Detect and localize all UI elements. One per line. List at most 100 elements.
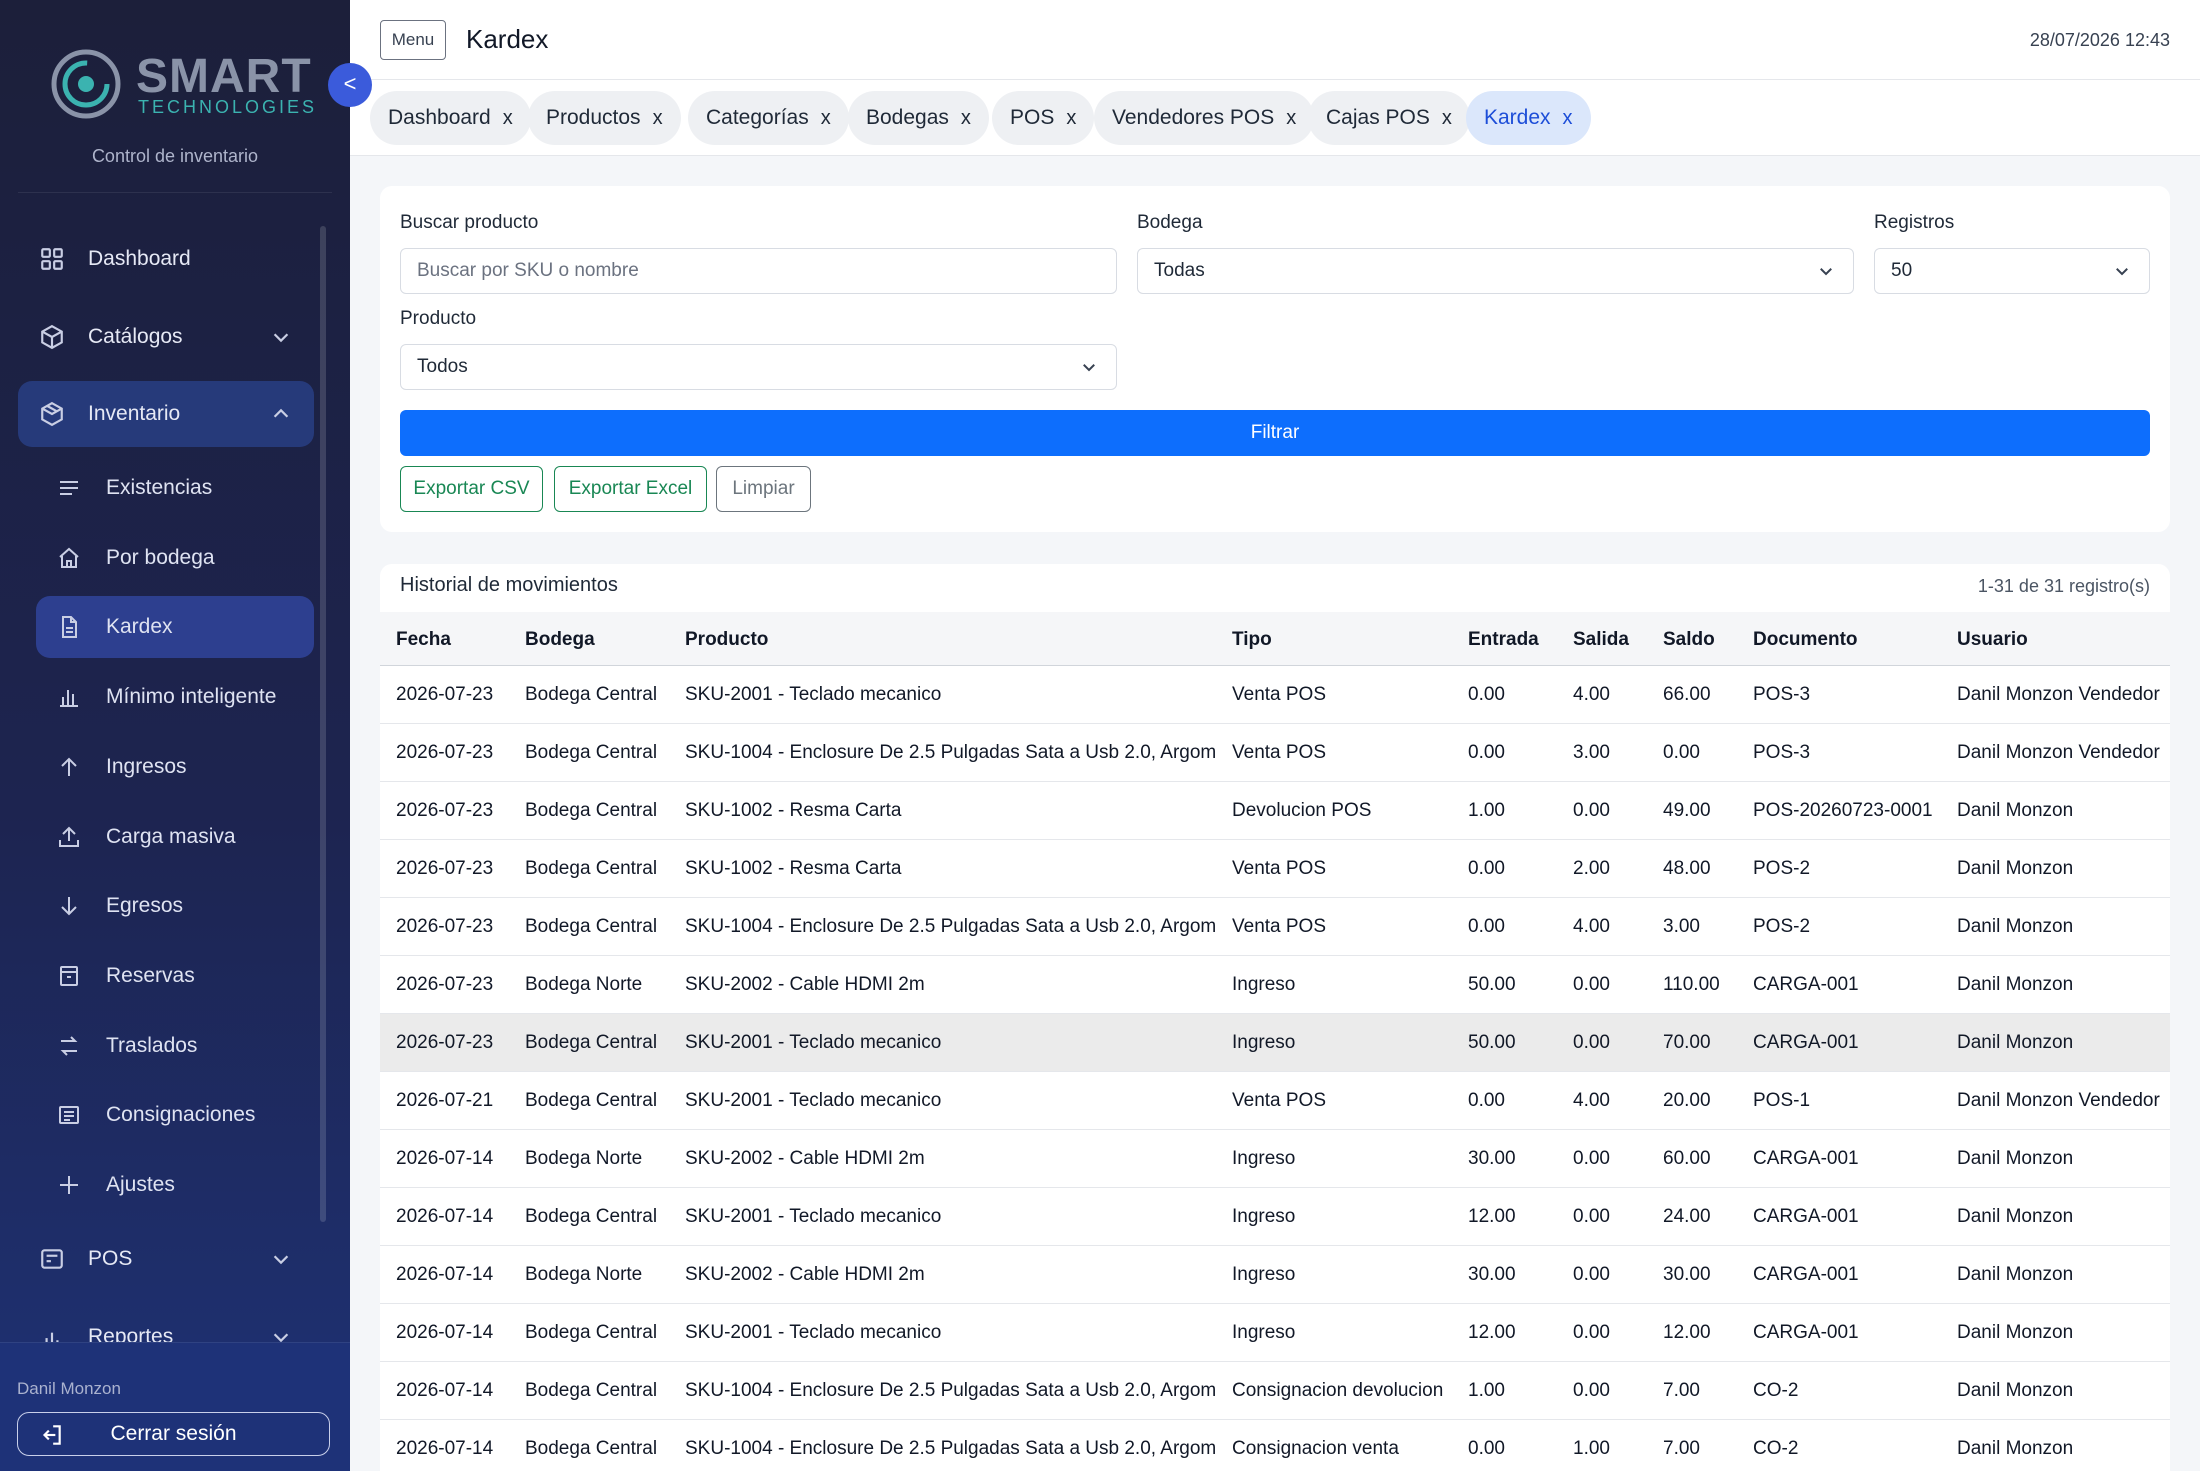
producto-select[interactable]: Todos <box>400 344 1117 390</box>
sidebar-item-por-bodega[interactable]: Por bodega <box>36 527 314 589</box>
search-input[interactable]: Buscar por SKU o nombre <box>400 248 1117 294</box>
tab-close-icon[interactable]: x <box>503 107 513 130</box>
sidebar-item-kardex[interactable]: Kardex <box>36 596 314 658</box>
cell-tipo: Ingreso <box>1232 1148 1296 1169</box>
sidebar-scrollbar[interactable] <box>320 226 326 1222</box>
sidebar-item-minimo-inteligente[interactable]: Mínimo inteligente <box>36 666 314 728</box>
cell-bodega: Bodega Norte <box>525 1148 643 1169</box>
table-row[interactable]: 2026-07-14 Bodega Central SKU-2001 - Tecla… <box>380 1304 2170 1362</box>
sidebar-item-traslados[interactable]: Traslados <box>36 1015 314 1077</box>
table-row[interactable]: 2026-07-14 Bodega Norte SKU-2002 - Cable H… <box>380 1130 2170 1188</box>
table-row[interactable]: 2026-07-23 Bodega Central SKU-2001 - Tecla… <box>380 1014 2170 1072</box>
cell-fecha: 2026-07-14 <box>396 1438 494 1459</box>
brand-divider <box>18 192 332 193</box>
registros-select[interactable]: 50 <box>1874 248 2150 294</box>
cell-salida: 0.00 <box>1573 800 1610 821</box>
sidebar-item-label: Ingresos <box>106 755 187 778</box>
cell-producto: SKU-2002 - Cable HDMI 2m <box>685 974 925 995</box>
cell-producto: SKU-2002 - Cable HDMI 2m <box>685 1264 925 1285</box>
sidebar-item-carga-masiva[interactable]: Carga masiva <box>36 806 314 868</box>
sidebar-item-existencias[interactable]: Existencias <box>36 457 314 519</box>
nav-item-catalogos[interactable]: Catálogos <box>18 304 314 370</box>
table-row[interactable]: 2026-07-23 Bodega Central SKU-1002 - Resma… <box>380 782 2170 840</box>
table-row[interactable]: 2026-07-14 Bodega Central SKU-2001 - Tecla… <box>380 1188 2170 1246</box>
tab-close-icon[interactable]: x <box>653 107 663 130</box>
tab-pos[interactable]: POS x <box>992 91 1095 145</box>
table-row[interactable]: 2026-07-23 Bodega Central SKU-1004 - Enclo… <box>380 724 2170 782</box>
logout-button[interactable]: Cerrar sesión <box>17 1412 330 1456</box>
tab-label: Categorías <box>706 106 809 129</box>
sidebar-item-ingresos[interactable]: Ingresos <box>36 736 314 798</box>
tab-vendedores-pos[interactable]: Vendedores POS x <box>1094 91 1315 145</box>
tab-productos[interactable]: Productos x <box>528 91 681 145</box>
filtrar-button[interactable]: Filtrar <box>400 410 2150 456</box>
column-header-entrada[interactable]: Entrada <box>1468 629 1539 651</box>
table-row[interactable]: 2026-07-14 Bodega Norte SKU-2002 - Cable H… <box>380 1246 2170 1304</box>
column-header-saldo[interactable]: Saldo <box>1663 629 1715 651</box>
table-row[interactable]: 2026-07-23 Bodega Central SKU-2001 - Tecla… <box>380 666 2170 724</box>
cell-saldo: 48.00 <box>1663 858 1711 879</box>
tab-close-icon[interactable]: x <box>1442 107 1452 130</box>
cell-entrada: 50.00 <box>1468 974 1516 995</box>
tab-close-icon[interactable]: x <box>961 107 971 130</box>
column-header-bodega[interactable]: Bodega <box>525 629 595 651</box>
logout-label: Cerrar sesión <box>110 1422 237 1445</box>
cell-saldo: 66.00 <box>1663 684 1711 705</box>
open-tabs-bar: Dashboard x Productos x Categorías x Bodega… <box>350 80 2200 156</box>
tab-close-icon[interactable]: x <box>1066 107 1076 130</box>
cell-documento: POS-2 <box>1753 916 1811 937</box>
menu-button[interactable]: Menu <box>380 20 446 60</box>
sidebar-item-reservas[interactable]: Reservas <box>36 945 314 1007</box>
table-row[interactable]: 2026-07-23 Bodega Central SKU-1004 - Enclo… <box>380 898 2170 956</box>
tab-dashboard[interactable]: Dashboard x <box>370 91 531 145</box>
cell-bodega: Bodega Central <box>525 1438 658 1459</box>
table-row[interactable]: 2026-07-23 Bodega Central SKU-1002 - Resma… <box>380 840 2170 898</box>
table-row[interactable]: 2026-07-21 Bodega Central SKU-2001 - Tecla… <box>380 1072 2170 1130</box>
cube-icon <box>38 323 66 351</box>
producto-select-value: Todos <box>417 356 468 377</box>
table-row[interactable]: 2026-07-23 Bodega Norte SKU-2002 - Cable H… <box>380 956 2170 1014</box>
column-header-salida[interactable]: Salida <box>1573 629 1629 651</box>
arrow-down-icon <box>56 893 82 919</box>
collapse-sidebar-button[interactable]: < <box>328 63 372 107</box>
cell-usuario: Danil Monzon <box>1957 1438 2074 1459</box>
tab-bodegas[interactable]: Bodegas x <box>848 91 989 145</box>
bar-chart-icon <box>56 684 82 710</box>
cell-entrada: 0.00 <box>1468 1090 1505 1111</box>
cell-salida: 2.00 <box>1573 858 1610 879</box>
column-header-fecha[interactable]: Fecha <box>396 629 451 651</box>
cell-entrada: 0.00 <box>1468 684 1505 705</box>
table-row[interactable]: 2026-07-14 Bodega Central SKU-1004 - Enclo… <box>380 1362 2170 1420</box>
column-header-documento[interactable]: Documento <box>1753 629 1858 651</box>
column-header-usuario[interactable]: Usuario <box>1957 629 2028 651</box>
cell-usuario: Danil Monzon <box>1957 800 2074 821</box>
tab-kardex[interactable]: Kardex x <box>1466 91 1591 145</box>
cell-fecha: 2026-07-14 <box>396 1206 494 1227</box>
cell-producto: SKU-2001 - Teclado mecanico <box>685 1322 942 1343</box>
registros-select-value: 50 <box>1891 260 1913 281</box>
sidebar-item-egresos[interactable]: Egresos <box>36 875 314 937</box>
tab-close-icon[interactable]: x <box>1563 107 1573 130</box>
sidebar-item-ajustes[interactable]: Ajustes <box>36 1154 314 1216</box>
limpiar-button[interactable]: Limpiar <box>716 466 811 512</box>
nav-item-dashboard[interactable]: Dashboard <box>18 226 314 292</box>
column-header-tipo[interactable]: Tipo <box>1232 629 1272 651</box>
cell-entrada: 50.00 <box>1468 1032 1516 1053</box>
cell-tipo: Venta POS <box>1232 684 1327 705</box>
table-row[interactable]: 2026-07-14 Bodega Central SKU-1004 - Enclo… <box>380 1420 2170 1471</box>
column-header-producto[interactable]: Producto <box>685 629 768 651</box>
export-excel-button[interactable]: Exportar Excel <box>554 466 707 512</box>
cell-tipo: Ingreso <box>1232 1206 1296 1227</box>
tab-cajas-pos[interactable]: Cajas POS x <box>1308 91 1470 145</box>
nav-item-inventario[interactable]: Inventario <box>18 381 314 447</box>
tab-close-icon[interactable]: x <box>1286 107 1296 130</box>
cell-entrada: 0.00 <box>1468 916 1505 937</box>
sidebar-item-consignaciones[interactable]: Consignaciones <box>36 1084 314 1146</box>
cell-saldo: 7.00 <box>1663 1380 1700 1401</box>
export-csv-button[interactable]: Exportar CSV <box>400 466 543 512</box>
nav-item-pos[interactable]: POS <box>18 1226 314 1292</box>
tab-close-icon[interactable]: x <box>821 107 831 130</box>
tab-categorias[interactable]: Categorías x <box>688 91 849 145</box>
bodega-select[interactable]: Todas <box>1137 248 1854 294</box>
cell-documento: CARGA-001 <box>1753 1032 1859 1053</box>
